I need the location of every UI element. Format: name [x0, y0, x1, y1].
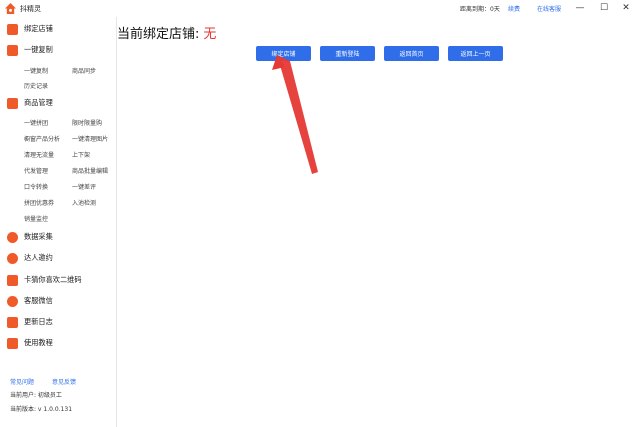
collect-icon — [7, 231, 18, 243]
sidebar-item-tutorial[interactable]: 使用教程 — [7, 336, 53, 350]
page-title-label: 当前绑定店铺: — [117, 27, 200, 42]
sub-item-group-coupon[interactable]: 拼团优惠券 — [24, 198, 54, 207]
bound-store-value: 无 — [203, 27, 217, 42]
bind-store-button[interactable]: 绑定店铺 — [256, 46, 311, 61]
app-title: 抖精灵 — [20, 4, 41, 13]
sub-item-clean-images[interactable]: 一键清理图片 — [72, 134, 108, 143]
app-logo-icon — [5, 3, 16, 14]
sidebar-item-bind-store[interactable]: 绑定店铺 — [7, 22, 53, 36]
sidebar-item-influencer-invite[interactable]: 达人邀约 — [7, 251, 53, 265]
back-previous-button[interactable]: 返回上一页 — [448, 46, 503, 61]
sub-item-clean-no-traffic[interactable]: 清理无流量 — [24, 150, 54, 159]
sidebar-item-label: 更新日志 — [24, 317, 53, 326]
sidebar-item-label: 使用教程 — [24, 338, 53, 347]
back-home-button[interactable]: 返回首页 — [384, 46, 439, 61]
sidebar-item-changelog[interactable]: 更新日志 — [7, 315, 53, 329]
store-icon — [7, 23, 18, 35]
sidebar-item-label: 一键复制 — [24, 45, 53, 54]
sidebar-item-label: 卡猜你喜欢二维码 — [24, 275, 82, 284]
sub-item-bad-review[interactable]: 一键差评 — [72, 182, 96, 191]
renew-link[interactable]: 续费 — [508, 4, 520, 13]
wechat-icon — [7, 295, 18, 307]
sub-item-history[interactable]: 历史记录 — [24, 81, 48, 90]
grid-icon — [7, 97, 18, 109]
sub-item-window-analysis[interactable]: 橱窗产品分析 — [24, 134, 60, 143]
sub-item-product-sync[interactable]: 商品同步 — [72, 66, 96, 75]
sidebar-item-product-management[interactable]: 商品管理 — [7, 96, 53, 110]
copy-icon — [7, 44, 18, 56]
maximize-button[interactable]: ☐ — [598, 2, 610, 14]
log-icon — [7, 316, 18, 328]
current-version: 当前版本: v 1.0.0.131 — [10, 406, 73, 413]
online-support-link[interactable]: 在线客服 — [537, 4, 561, 13]
title-bar: 抖精灵 距离到期：0天 续费 在线客服 — ☐ ✕ — [0, 0, 640, 17]
relogin-button[interactable]: 重新登陆 — [320, 46, 375, 61]
sub-item-on-off-shelf[interactable]: 上下架 — [72, 150, 90, 159]
sub-item-batch-edit[interactable]: 商品批量编辑 — [72, 166, 108, 175]
sub-item-code-convert[interactable]: 口令转换 — [24, 182, 48, 191]
sidebar-item-label: 绑定店铺 — [24, 24, 53, 33]
sub-item-one-click-copy[interactable]: 一键复制 — [24, 66, 48, 75]
book-icon — [7, 337, 18, 349]
sub-item-sales-monitor[interactable]: 销量监控 — [24, 214, 48, 223]
minimize-button[interactable]: — — [574, 2, 586, 14]
sidebar-item-support-wechat[interactable]: 客服微信 — [7, 294, 53, 308]
sidebar-item-qrcode[interactable]: 卡猜你喜欢二维码 — [7, 273, 82, 287]
sub-item-limited-sale[interactable]: 限时限量购 — [72, 118, 102, 127]
sidebar-item-data-collect[interactable]: 数据采集 — [7, 230, 53, 244]
heart-icon — [7, 274, 18, 286]
sidebar: 绑定店铺 一键复制 一键复制 商品同步 历史记录 商品管理 一键拼团 限时限量购… — [0, 17, 117, 427]
faq-link[interactable]: 常见问题 — [10, 377, 34, 386]
feedback-link[interactable]: 意见反馈 — [52, 377, 76, 386]
sidebar-item-label: 商品管理 — [24, 98, 53, 107]
chat-icon — [7, 252, 18, 264]
sidebar-item-label: 客服微信 — [24, 296, 53, 305]
sidebar-item-label: 达人邀约 — [24, 253, 53, 262]
sub-item-group-buy[interactable]: 一键拼团 — [24, 118, 48, 127]
sub-item-pool-check[interactable]: 入池检测 — [72, 198, 96, 207]
close-button[interactable]: ✕ — [620, 2, 632, 14]
expire-label: 距离到期：0天 — [460, 6, 500, 13]
sidebar-item-label: 数据采集 — [24, 232, 53, 241]
sidebar-item-one-click-copy[interactable]: 一键复制 — [7, 43, 53, 57]
sub-item-dropship[interactable]: 代发管理 — [24, 166, 48, 175]
current-user: 当前用户: 初级员工 — [10, 392, 62, 399]
page-title: 当前绑定店铺: 无 — [117, 23, 216, 42]
